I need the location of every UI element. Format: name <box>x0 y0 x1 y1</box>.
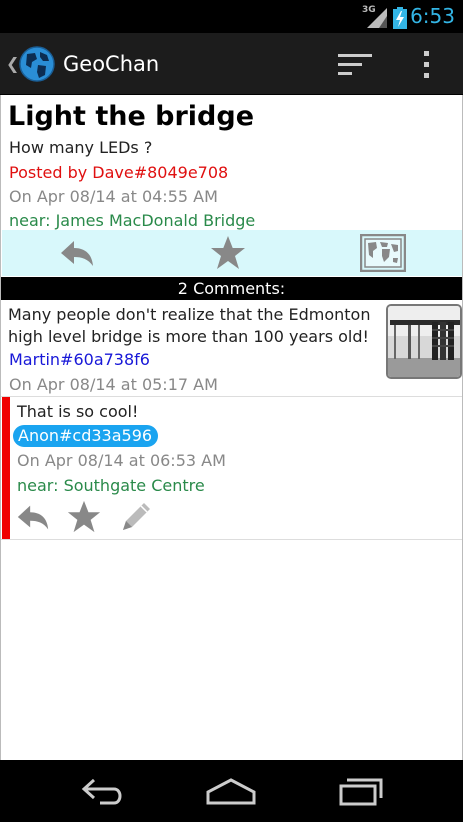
map-icon[interactable] <box>360 234 406 272</box>
bridge-photo <box>388 306 460 377</box>
comment-item[interactable]: Many people don't realize that the Edmon… <box>1 300 462 397</box>
back-nav-icon[interactable] <box>80 776 126 806</box>
clock: 6:53 <box>410 4 455 28</box>
comment-date: On Apr 08/14 at 05:17 AM <box>9 375 218 394</box>
comment-image-thumbnail[interactable] <box>386 304 462 379</box>
comment-author: Martin#60a738f6 <box>9 350 150 369</box>
post-body: How many LEDs ? <box>9 138 153 157</box>
comment-date: On Apr 08/14 at 06:53 AM <box>17 451 226 470</box>
overflow-menu-icon[interactable] <box>418 48 434 82</box>
comment-text: That is so cool! <box>17 402 139 421</box>
post-location[interactable]: near: James MacDonald Bridge <box>9 211 255 230</box>
battery-charging-icon <box>393 7 407 29</box>
post-date: On Apr 08/14 at 04:55 AM <box>9 187 218 206</box>
highlight-bar <box>2 397 10 539</box>
signal-icon <box>367 8 387 28</box>
globe-logo-icon[interactable] <box>18 45 56 83</box>
app-bar: ❮ GeoChan <box>0 33 463 95</box>
app-title: GeoChan <box>63 52 160 76</box>
post-actions <box>2 230 462 276</box>
system-navigation-bar <box>0 760 463 822</box>
comment-author-badge: Anon#cd33a596 <box>13 425 159 447</box>
post-author: Posted by Dave#8049e708 <box>9 163 229 182</box>
sort-icon[interactable] <box>336 50 376 80</box>
comment-item[interactable]: That is so cool! Anon#cd33a596 On Apr 08… <box>1 397 462 540</box>
post-title: Light the bridge <box>8 101 255 132</box>
favorite-star-icon[interactable] <box>66 498 102 536</box>
home-nav-icon[interactable] <box>205 776 257 806</box>
reply-icon[interactable] <box>15 498 51 536</box>
thread-content[interactable]: Light the bridge How many LEDs ? Posted … <box>0 95 463 760</box>
comments-count-header: 2 Comments: <box>1 277 462 300</box>
comment-text: Many people don't realize that the Edmon… <box>8 305 371 346</box>
status-bar: 3G 6:53 <box>0 0 463 33</box>
recent-apps-nav-icon[interactable] <box>337 776 383 806</box>
reply-icon[interactable] <box>58 234 96 272</box>
favorite-star-icon[interactable] <box>209 234 247 272</box>
comment-location[interactable]: near: Southgate Centre <box>17 476 205 495</box>
edit-pencil-icon[interactable] <box>117 498 155 536</box>
